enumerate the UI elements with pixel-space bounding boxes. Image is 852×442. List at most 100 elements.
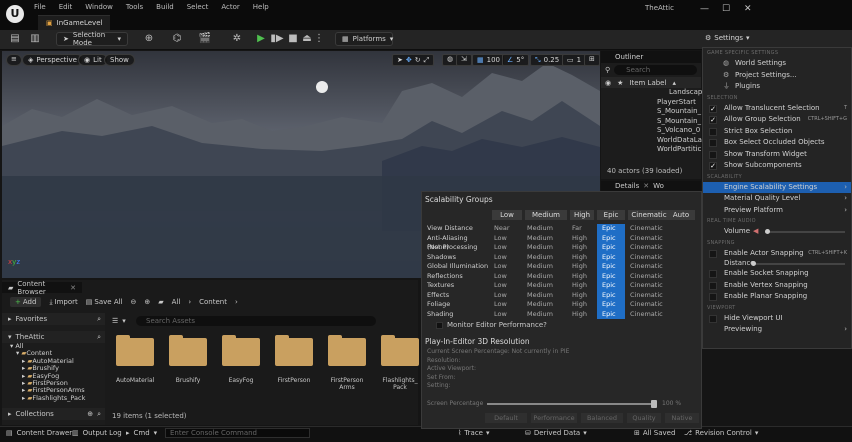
scalability-option[interactable]: High (570, 310, 594, 320)
scalability-option[interactable]: Epic (597, 243, 625, 253)
save-icon[interactable]: ▤ (8, 32, 22, 46)
menu-material-quality[interactable]: Material Quality Level › (703, 193, 851, 205)
menu-box-select-occluded[interactable]: Box Select Occluded Objects (703, 137, 851, 149)
preset-performance-button[interactable]: Performance (531, 413, 577, 423)
preset-high-button[interactable]: High (570, 210, 594, 220)
scalability-option[interactable]: Cinematic (628, 310, 670, 320)
scalability-option[interactable]: Cinematic (628, 300, 670, 310)
scalability-option[interactable]: Epic (597, 252, 625, 262)
menu-strict-box-selection[interactable]: Strict Box Selection (703, 126, 851, 138)
slider-handle[interactable] (751, 261, 756, 266)
blueprint-icon[interactable]: ⌬ (170, 32, 184, 46)
content-drawer-button[interactable]: ▤ Content Drawer (6, 429, 72, 437)
move-icon[interactable]: ✥ (406, 56, 412, 64)
slider-handle[interactable] (651, 400, 657, 408)
content-browser-tab[interactable]: ▰ Content Browser ✕ (2, 280, 82, 296)
scalability-option[interactable]: Low (492, 281, 522, 291)
history-forward-icon[interactable]: ⊕ (144, 298, 150, 306)
preset-low-button[interactable]: Low (492, 210, 522, 220)
scalability-option[interactable]: Cinematic (628, 224, 670, 234)
scalability-option[interactable]: Cinematic (628, 281, 670, 291)
scalability-option[interactable]: Low (492, 262, 522, 272)
platforms-dropdown[interactable]: ▦ Platforms ▾ (335, 32, 393, 46)
tab-world[interactable]: Wo (653, 182, 664, 190)
menu-plugins[interactable]: ⏚ Plugins (703, 81, 851, 93)
menu-show-subcomponents[interactable]: ✓ Show Subcomponents (703, 160, 851, 172)
scalability-option[interactable]: Cinematic (628, 262, 670, 272)
revision-control-button[interactable]: ⎇ Revision Control ▾ (684, 429, 758, 437)
menu-socket-snapping[interactable]: Enable Socket Snapping (703, 268, 851, 280)
unreal-logo-icon[interactable]: U (6, 5, 24, 23)
settings-button[interactable]: ⚙ Settings ▾ (705, 34, 750, 42)
folder-tile[interactable]: FirstPerson (275, 335, 313, 384)
tab-details[interactable]: Details (615, 182, 639, 190)
outliner-row[interactable]: WorldDataLa (657, 136, 702, 146)
filter-button[interactable]: ☰ ▾ (112, 317, 126, 325)
menu-preview-platform[interactable]: Preview Platform › (703, 205, 851, 217)
menu-build[interactable]: Build (156, 3, 174, 11)
cinematics-icon[interactable]: 🎬 (198, 32, 212, 46)
scalability-option[interactable]: Medium (525, 291, 567, 301)
outliner-column-header[interactable]: ◉ ★ Item Label ▴ (601, 77, 701, 88)
preset-native-button[interactable]: Native (665, 413, 699, 423)
scalability-option[interactable]: Epic (597, 300, 625, 310)
tab-level[interactable]: ▣ InGameLevel (38, 15, 111, 30)
more-options-icon[interactable]: ⋮ (312, 32, 326, 46)
preset-epic-button[interactable]: Epic (597, 210, 625, 220)
scalability-option[interactable]: Near (492, 224, 522, 234)
collections-header[interactable]: ▸ Collections ⊕ ⌕ (2, 408, 105, 420)
preset-default-button[interactable]: Default (485, 413, 527, 423)
scalability-option[interactable]: High (570, 291, 594, 301)
scalability-option[interactable]: Medium (525, 234, 567, 244)
scalability-option[interactable]: High (570, 262, 594, 272)
scalability-option[interactable]: Medium (525, 310, 567, 320)
viewport-menu-icon[interactable]: ≡ (6, 54, 22, 66)
console-input[interactable]: Enter Console Command (165, 428, 310, 438)
scalability-option[interactable]: Low (492, 291, 522, 301)
menu-world-settings[interactable]: ◍ World Settings (703, 58, 851, 70)
scalability-option[interactable]: Medium (525, 253, 567, 263)
scalability-option[interactable]: Epic (597, 233, 625, 243)
menu-snap-distance[interactable]: Distance (703, 259, 851, 268)
scalability-option[interactable]: Medium (525, 300, 567, 310)
scale-snap-button[interactable]: ⤡ 0.25 (530, 54, 565, 66)
menu-volume[interactable]: Volume ◀ (703, 226, 851, 238)
scalability-option[interactable]: Cinematic (628, 272, 670, 282)
menu-show-transform-widget[interactable]: Show Transform Widget (703, 149, 851, 161)
add-collection-icon[interactable]: ⊕ (87, 410, 93, 418)
tree-item[interactable]: ▸ ▰Flashlights_Pack (10, 394, 105, 402)
folder-tile[interactable]: AutoMaterial (116, 335, 154, 384)
filter-icon[interactable]: ⚲ (605, 66, 610, 74)
camera-speed-button[interactable]: ▭ 1 (562, 54, 587, 66)
close-icon[interactable]: ✕ (70, 284, 76, 292)
show-button[interactable]: Show (104, 54, 135, 66)
scalability-option[interactable]: Cinematic (628, 253, 670, 263)
menu-tools[interactable]: Tools (126, 3, 143, 11)
scalability-option[interactable]: High (570, 272, 594, 282)
folder-tile[interactable]: FirstPerson Arms (328, 335, 366, 391)
viewport-layout-icon[interactable]: ⊞ (584, 54, 600, 66)
history-back-icon[interactable]: ⊖ (131, 298, 137, 306)
content-icon[interactable]: ▥ (28, 32, 42, 46)
slider-handle[interactable] (765, 229, 770, 234)
step-icon[interactable]: ▮▶ (270, 32, 284, 46)
preset-balanced-button[interactable]: Balanced (581, 413, 623, 423)
outliner-row[interactable]: PlayerStart (657, 98, 701, 108)
selection-mode-dropdown[interactable]: ➤ Selection Mode ▾ (56, 31, 128, 47)
surface-snap-icon[interactable]: ⇲ (456, 54, 472, 66)
monitor-performance-toggle[interactable]: Monitor Editor Performance? (436, 321, 547, 329)
favorites-header[interactable]: ▸ Favorites ⌕ (2, 313, 105, 325)
menu-help[interactable]: Help (253, 3, 269, 11)
menu-engine-scalability[interactable]: Engine Scalability Settings › (703, 181, 851, 193)
preset-auto-button[interactable]: Auto (667, 210, 695, 220)
search-icon[interactable]: ⌕ (97, 410, 101, 419)
save-status[interactable]: ⊞ All Saved (634, 429, 675, 437)
derived-data-button[interactable]: ⛁ Derived Data ▾ (525, 429, 587, 437)
distance-slider[interactable] (751, 261, 845, 266)
cmd-dropdown[interactable]: ▸ Cmd ▾ (126, 429, 157, 437)
menu-translucent-selection[interactable]: ✓ Allow Translucent Selection T (703, 103, 851, 115)
outliner-search-input[interactable]: Search (614, 65, 697, 75)
scalability-option[interactable]: Epic (597, 224, 625, 234)
scalability-option[interactable]: Medium (525, 272, 567, 282)
folder-tile[interactable]: Flashlights_ Pack (381, 335, 419, 391)
